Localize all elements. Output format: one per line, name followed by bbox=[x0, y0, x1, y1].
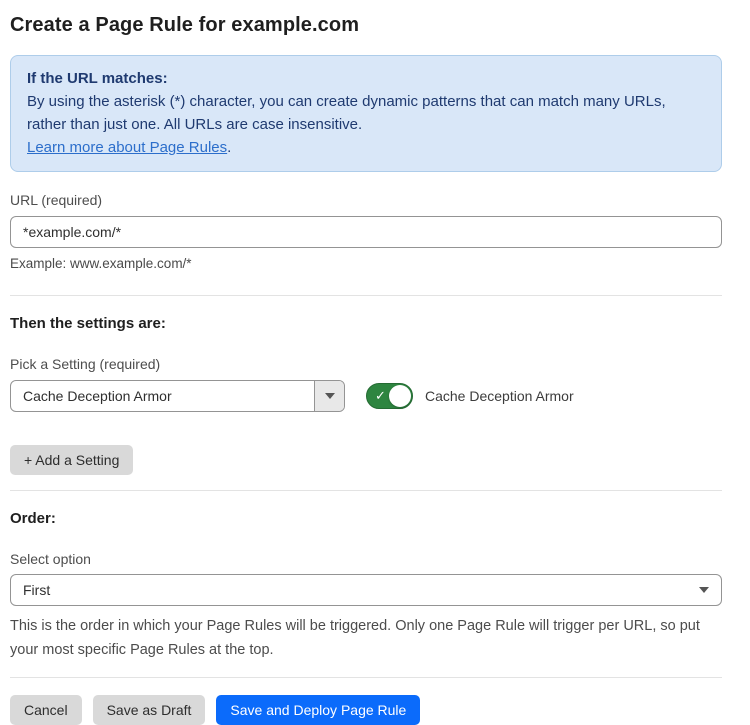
setting-select[interactable]: Cache Deception Armor bbox=[10, 380, 345, 412]
add-setting-button[interactable]: + Add a Setting bbox=[10, 445, 133, 475]
divider bbox=[10, 490, 722, 491]
info-box-body: By using the asterisk (*) character, you… bbox=[27, 90, 705, 136]
save-deploy-button[interactable]: Save and Deploy Page Rule bbox=[216, 695, 420, 725]
order-select-value: First bbox=[11, 582, 699, 598]
settings-section-heading: Then the settings are: bbox=[10, 314, 722, 333]
divider bbox=[10, 677, 722, 678]
page-title: Create a Page Rule for example.com bbox=[10, 12, 722, 38]
setting-select-value: Cache Deception Armor bbox=[11, 388, 314, 404]
footer-actions: Cancel Save as Draft Save and Deploy Pag… bbox=[10, 695, 722, 725]
save-draft-button[interactable]: Save as Draft bbox=[93, 695, 206, 725]
info-box-link-line: Learn more about Page Rules. bbox=[27, 136, 705, 159]
url-helper-text: Example: www.example.com/* bbox=[10, 255, 722, 273]
order-select[interactable]: First bbox=[10, 574, 722, 606]
check-icon: ✓ bbox=[375, 389, 386, 402]
url-input[interactable] bbox=[10, 216, 722, 248]
divider bbox=[10, 295, 722, 296]
cache-deception-armor-toggle[interactable]: ✓ bbox=[366, 383, 413, 409]
setting-row: Cache Deception Armor ✓ Cache Deception … bbox=[10, 380, 722, 412]
chevron-down-icon bbox=[325, 393, 335, 399]
url-match-info-box: If the URL matches: By using the asteris… bbox=[10, 55, 722, 172]
learn-more-link[interactable]: Learn more about Page Rules bbox=[27, 139, 227, 156]
order-select-label: Select option bbox=[10, 550, 722, 568]
cancel-button[interactable]: Cancel bbox=[10, 695, 82, 725]
chevron-down-icon bbox=[699, 587, 709, 593]
pick-setting-label: Pick a Setting (required) bbox=[10, 355, 722, 373]
toggle-knob bbox=[389, 385, 411, 407]
order-section-heading: Order: bbox=[10, 509, 722, 528]
url-label: URL (required) bbox=[10, 191, 722, 209]
link-suffix: . bbox=[227, 139, 231, 156]
toggle-label: Cache Deception Armor bbox=[425, 388, 574, 404]
order-helper-text: This is the order in which your Page Rul… bbox=[10, 614, 722, 662]
create-page-rule-form: Create a Page Rule for example.com If th… bbox=[0, 0, 750, 725]
setting-select-arrow-button[interactable] bbox=[314, 381, 344, 411]
info-box-heading: If the URL matches: bbox=[27, 67, 705, 90]
